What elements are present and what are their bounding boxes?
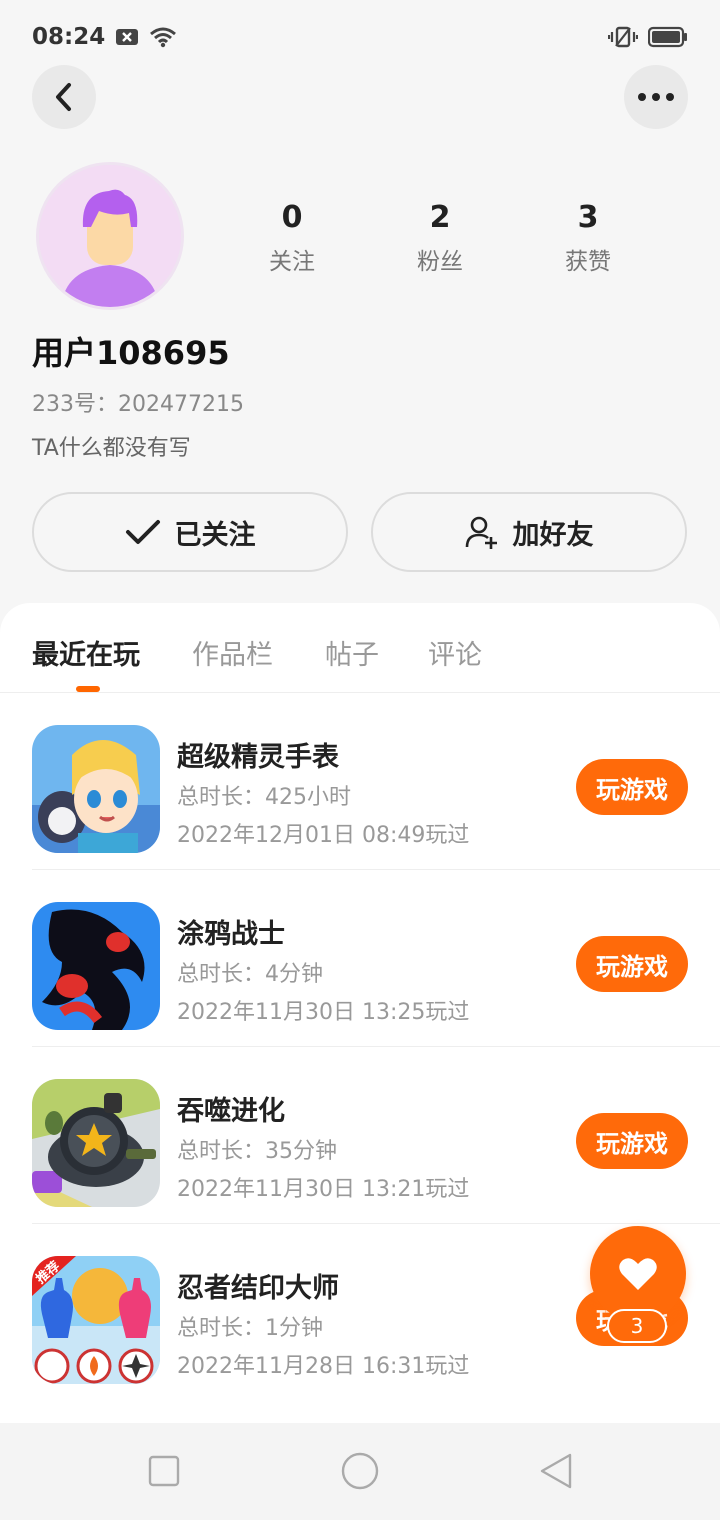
- stat-label: 关注: [269, 249, 315, 275]
- wifi-icon: [149, 26, 177, 48]
- square-icon: [148, 1455, 180, 1487]
- game-name: 涂鸦战士: [177, 919, 285, 950]
- notification-x-icon: [115, 27, 139, 47]
- system-nav-bar: [0, 1423, 720, 1520]
- tab-works[interactable]: 作品栏: [192, 633, 273, 672]
- heart-icon: [619, 1258, 657, 1290]
- circle-icon: [341, 1452, 379, 1490]
- like-fab-button[interactable]: [590, 1226, 686, 1322]
- game-duration: 总时长：425小时: [177, 785, 351, 810]
- system-back-button[interactable]: [536, 1451, 576, 1491]
- stat-value: 3: [577, 200, 599, 235]
- like-count-badge: 3: [607, 1309, 667, 1343]
- user-bio: TA什么都没有写: [32, 436, 191, 461]
- play-game-button[interactable]: 玩游戏: [576, 759, 688, 815]
- following-button[interactable]: 已关注: [32, 492, 348, 572]
- battery-icon: [648, 26, 688, 48]
- game-duration: 总时长：4分钟: [177, 962, 323, 987]
- game-last-played: 2022年11月30日 13:25玩过: [177, 1000, 470, 1025]
- vibrate-icon: [608, 25, 638, 49]
- play-game-button[interactable]: 玩游戏: [576, 1113, 688, 1169]
- user-id: 233号：202477215: [32, 392, 244, 417]
- game-duration: 总时长：1分钟: [177, 1316, 323, 1341]
- play-game-button[interactable]: 玩游戏: [576, 936, 688, 992]
- username: 用户108695: [32, 334, 230, 372]
- status-left: 08:24: [32, 24, 177, 50]
- add-friend-label: 加好友: [512, 519, 594, 551]
- tab-bar: 最近在玩 作品栏 帖子 评论: [0, 603, 720, 693]
- status-time: 08:24: [32, 24, 106, 50]
- active-tab-indicator: [76, 686, 100, 692]
- following-label: 已关注: [174, 519, 256, 551]
- more-options-button[interactable]: [624, 65, 688, 129]
- game-name: 吞噬进化: [177, 1096, 285, 1127]
- stat-fans[interactable]: 2 粉丝: [390, 200, 490, 276]
- status-bar: 08:24: [0, 0, 720, 74]
- stat-label: 获赞: [565, 249, 611, 275]
- game-row[interactable]: 涂鸦战士 总时长：4分钟 2022年11月30日 13:25玩过 玩游戏: [32, 870, 720, 1047]
- game-row[interactable]: 超级精灵手表 总时长：425小时 2022年12月01日 08:49玩过 玩游戏: [32, 693, 720, 870]
- game-last-played: 2022年12月01日 08:49玩过: [177, 823, 470, 848]
- back-button[interactable]: [32, 65, 96, 129]
- game-icon-devour-evolution[interactable]: [32, 1079, 160, 1207]
- add-friend-button[interactable]: 加好友: [371, 492, 687, 572]
- home-button[interactable]: [340, 1451, 380, 1491]
- status-right: [608, 25, 688, 49]
- stat-following[interactable]: 0 关注: [242, 200, 342, 276]
- stat-value: 2: [429, 200, 451, 235]
- default-avatar-icon: [39, 165, 181, 307]
- tab-posts[interactable]: 帖子: [325, 633, 379, 672]
- game-duration: 总时长：35分钟: [177, 1139, 337, 1164]
- chevron-left-icon: [56, 83, 71, 111]
- stat-label: 粉丝: [417, 249, 463, 275]
- game-name: 超级精灵手表: [177, 742, 339, 773]
- game-last-played: 2022年11月28日 16:31玩过: [177, 1354, 470, 1379]
- game-icon-super-sprite-watch[interactable]: [32, 725, 160, 853]
- game-last-played: 2022年11月30日 13:21玩过: [177, 1177, 470, 1202]
- recent-apps-button[interactable]: [144, 1451, 184, 1491]
- check-icon: [125, 520, 160, 544]
- stat-likes[interactable]: 3 获赞: [538, 200, 638, 276]
- more-dots-icon: [638, 93, 674, 101]
- stat-value: 0: [281, 200, 303, 235]
- tab-recently-played[interactable]: 最近在玩: [32, 633, 140, 672]
- tab-comments[interactable]: 评论: [428, 633, 482, 672]
- avatar[interactable]: [36, 162, 184, 310]
- triangle-back-icon: [540, 1453, 572, 1489]
- game-icon-graffiti-warrior[interactable]: [32, 902, 160, 1030]
- add-user-icon: [465, 516, 497, 549]
- game-name: 忍者结印大师: [177, 1273, 339, 1304]
- game-row[interactable]: 吞噬进化 总时长：35分钟 2022年11月30日 13:21玩过 玩游戏: [32, 1047, 720, 1224]
- game-icon-ninja-seal-master[interactable]: 推荐: [32, 1256, 160, 1384]
